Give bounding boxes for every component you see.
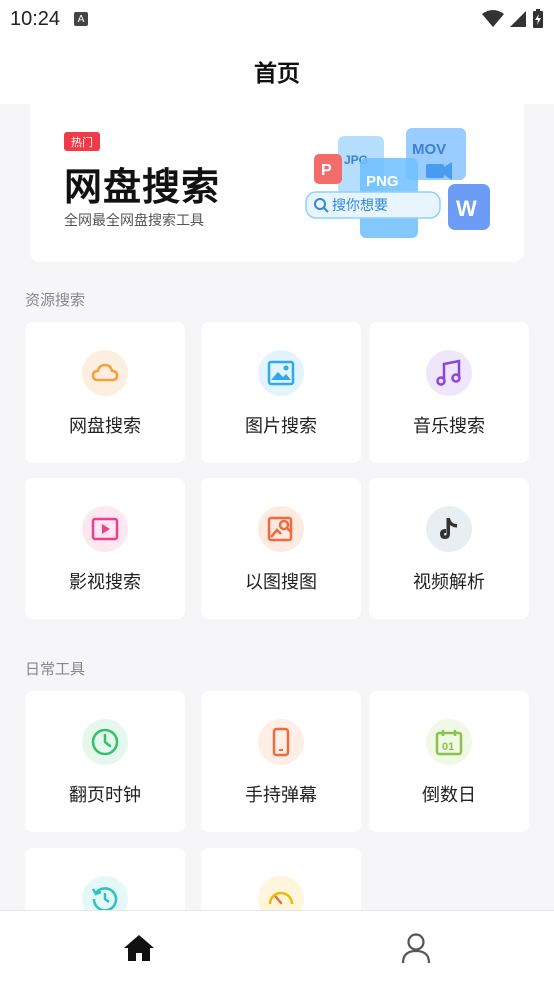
image-search-icon [258, 506, 304, 552]
cloud-icon [82, 350, 128, 396]
page-title: 首页 [254, 61, 300, 87]
history-tool-card[interactable] [25, 848, 185, 910]
speedometer-icon [258, 876, 304, 910]
card-label: 网盘搜索 [69, 416, 141, 437]
banner-subtitle: 全网最全网盘搜索工具 [64, 213, 204, 229]
countdown-day-card[interactable]: 01 倒数日 [369, 691, 529, 832]
bottom-tab-bar [0, 910, 554, 984]
svg-text:01: 01 [442, 741, 454, 753]
card-label: 以图搜图 [245, 572, 317, 593]
card-label: 视频解析 [413, 572, 485, 593]
user-icon [401, 932, 430, 963]
battery-icon [533, 9, 543, 28]
netdisk-search-banner[interactable]: 热门 网盘搜索 全网最全网盘搜索工具 JPG P MOV PNG 搜你想要 W [30, 104, 524, 262]
mov-label: MOV [412, 141, 446, 158]
history-icon [82, 876, 128, 910]
status-time: 10:24 [10, 7, 61, 30]
movie-search-card[interactable]: 影视搜索 [25, 478, 185, 619]
section-title-resource-search: 资源搜索 [25, 291, 86, 309]
word-label: W [456, 196, 477, 221]
hot-badge: 热门 [64, 132, 100, 151]
video-icon [82, 506, 128, 552]
image-icon [258, 350, 304, 396]
app-header: 首页 [0, 38, 554, 104]
card-label: 倒数日 [422, 785, 476, 806]
section-title-daily-tools: 日常工具 [25, 660, 86, 678]
netdisk-search-card[interactable]: 网盘搜索 [25, 322, 185, 463]
clock-icon [82, 719, 128, 765]
png-label: PNG [366, 173, 399, 190]
wifi-icon [482, 10, 504, 27]
flip-clock-card[interactable]: 翻页时钟 [25, 691, 185, 832]
signal-icon [510, 11, 526, 27]
card-label: 影视搜索 [69, 572, 141, 593]
search-pill-label: 搜你想要 [332, 198, 388, 214]
tiktok-icon [426, 506, 472, 552]
file-types-illustration: JPG P MOV PNG 搜你想要 W [305, 128, 490, 238]
home-icon [123, 934, 154, 961]
image-search-card[interactable]: 图片搜索 [201, 322, 361, 463]
tab-home[interactable] [0, 911, 277, 984]
banner-title: 网盘搜索 [64, 165, 221, 209]
notification-icon: A [74, 12, 89, 26]
music-icon [426, 350, 472, 396]
card-label: 手持弹幕 [245, 785, 317, 806]
status-bar: 10:24 A [0, 0, 554, 38]
handheld-danmaku-card[interactable]: 手持弹幕 [201, 691, 361, 832]
card-label: 音乐搜索 [413, 416, 485, 437]
reverse-image-search-card[interactable]: 以图搜图 [201, 478, 361, 619]
calendar-icon: 01 [426, 719, 472, 765]
home-content[interactable]: 热门 网盘搜索 全网最全网盘搜索工具 JPG P MOV PNG 搜你想要 W … [0, 104, 554, 910]
speedometer-tool-card[interactable] [201, 848, 361, 910]
card-label: 图片搜索 [245, 416, 317, 437]
card-label: 翻页时钟 [69, 785, 141, 806]
ppt-label: P [321, 162, 332, 179]
music-search-card[interactable]: 音乐搜索 [369, 322, 529, 463]
phone-icon [258, 719, 304, 765]
video-parse-card[interactable]: 视频解析 [369, 478, 529, 619]
status-icons [482, 9, 544, 29]
tab-profile[interactable] [277, 911, 554, 984]
